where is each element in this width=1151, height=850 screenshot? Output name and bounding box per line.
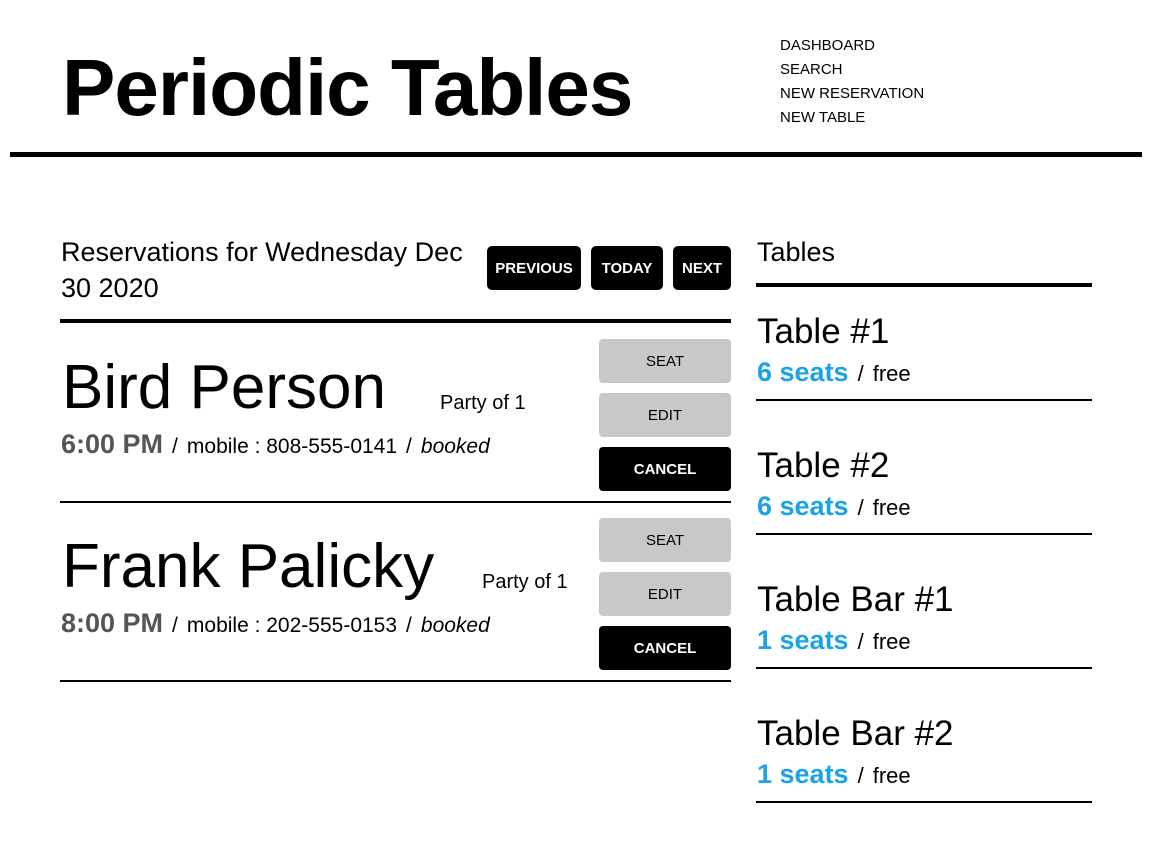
reservations-heading: Reservations for Wednesday Dec 30 2020 (61, 237, 463, 303)
seat-button[interactable]: SEAT (599, 339, 731, 383)
tables-heading: Tables (757, 237, 836, 267)
table-seats: 1 seats (757, 759, 849, 789)
edit-button[interactable]: EDIT (599, 393, 731, 437)
reservation-name: Bird Person (62, 353, 386, 422)
reservation-time: 8:00 PM (61, 608, 164, 638)
table-status: free (872, 629, 911, 654)
reservation-divider (60, 501, 731, 503)
table-status: free (872, 361, 911, 386)
reservation-details: 8:00 PM / mobile : 202-555-0153/booked (61, 608, 490, 638)
main-nav: DASHBOARD SEARCH NEW RESERVATION NEW TAB… (780, 34, 924, 130)
table-details: 1 seats / free (757, 759, 911, 789)
table-details: 6 seats / free (757, 357, 911, 387)
table-name: Table Bar #1 (757, 580, 954, 619)
cancel-button[interactable]: CANCEL (599, 447, 731, 491)
nav-search[interactable]: SEARCH (780, 58, 924, 82)
nav-new-table[interactable]: NEW TABLE (780, 106, 924, 130)
today-button[interactable]: TODAY (591, 246, 663, 290)
next-button[interactable]: NEXT (673, 246, 731, 290)
nav-new-reservation[interactable]: NEW RESERVATION (780, 82, 924, 106)
table-name: Table #2 (757, 446, 890, 485)
table-name: Table Bar #2 (757, 714, 954, 753)
previous-button[interactable]: PREVIOUS (487, 246, 581, 290)
nav-dashboard[interactable]: DASHBOARD (780, 34, 924, 58)
table-divider (756, 533, 1092, 535)
table-name: Table #1 (757, 312, 890, 351)
party-size: Party of 1 (440, 392, 526, 414)
table-details: 1 seats / free (757, 625, 911, 655)
table-seats: 6 seats (757, 491, 849, 521)
reservations-divider (60, 319, 731, 323)
reservation-divider (60, 680, 731, 682)
site-title: Periodic Tables (62, 43, 633, 132)
table-status: free (872, 763, 911, 788)
tables-divider (756, 283, 1092, 287)
table-divider (756, 667, 1092, 669)
table-divider (756, 801, 1092, 803)
reservation-time: 6:00 PM (61, 429, 164, 459)
reservation-name: Frank Palicky (62, 532, 435, 601)
reservation-details: 6:00 PM / mobile : 808-555-0141/booked (61, 429, 490, 459)
reservation-status: booked (420, 435, 490, 458)
edit-button[interactable]: EDIT (599, 572, 731, 616)
table-seats: 1 seats (757, 625, 849, 655)
header-divider (10, 152, 1142, 157)
table-details: 6 seats / free (757, 491, 911, 521)
reservation-mobile: mobile : 808-555-0141 (186, 435, 398, 458)
seat-button[interactable]: SEAT (599, 518, 731, 562)
party-size: Party of 1 (482, 571, 568, 593)
table-status: free (872, 495, 911, 520)
table-seats: 6 seats (757, 357, 849, 387)
cancel-button[interactable]: CANCEL (599, 626, 731, 670)
reservation-status: booked (420, 614, 490, 637)
table-divider (756, 399, 1092, 401)
reservation-mobile: mobile : 202-555-0153 (186, 614, 398, 637)
